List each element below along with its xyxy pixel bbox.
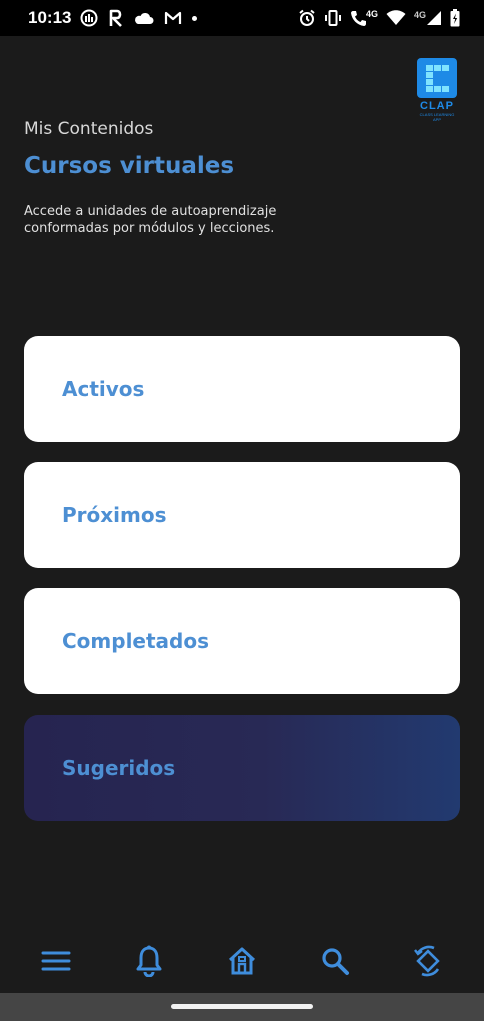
system-gesture-bar: [0, 993, 484, 1021]
bell-icon: [136, 945, 162, 977]
r-app-icon: [109, 9, 122, 27]
network-label-1: 4G: [365, 9, 378, 19]
more-notifications-dot: [192, 15, 197, 21]
notifications-button[interactable]: [126, 938, 172, 984]
alarm-icon: [299, 9, 315, 26]
status-bar: 10:13 4G 4G: [0, 0, 484, 36]
cloud-icon: [135, 12, 154, 24]
menu-button[interactable]: [33, 938, 79, 984]
clap-logo: CLAP CLASS LEARNING APP: [416, 58, 458, 122]
page-description: Accede a unidades de autoaprendizaje con…: [24, 204, 277, 236]
page-title: Cursos virtuales: [24, 153, 235, 179]
section-subtitle: Mis Contenidos: [24, 119, 154, 139]
rotate-button[interactable]: [405, 938, 451, 984]
rotate-icon: [413, 945, 440, 977]
menu-icon: [41, 951, 71, 971]
card-label: Sugeridos: [62, 756, 176, 780]
home-icon: [228, 947, 255, 975]
call-icon: [350, 11, 366, 26]
card-label: Activos: [62, 377, 145, 401]
logo-tagline: CLASS LEARNING APP: [419, 112, 455, 122]
card-label: Próximos: [62, 503, 167, 527]
card-proximos[interactable]: Próximos: [24, 462, 460, 568]
logo-mark: [417, 58, 457, 98]
search-button[interactable]: [312, 938, 358, 984]
search-icon: [322, 948, 349, 975]
home-gesture-handle[interactable]: [171, 1004, 313, 1009]
card-label: Completados: [62, 629, 210, 653]
network-label-2: 4G: [413, 10, 426, 20]
battery-icon: [450, 9, 460, 27]
home-button[interactable]: [219, 938, 265, 984]
app-notification-icon: [80, 9, 98, 27]
logo-text: CLAP: [420, 100, 454, 112]
vibrate-icon: [324, 10, 341, 26]
wifi-icon: [386, 10, 406, 25]
signal-icon: [427, 11, 441, 25]
status-time: 10:13: [28, 8, 72, 27]
card-sugeridos[interactable]: Sugeridos: [24, 715, 460, 821]
card-activos[interactable]: Activos: [24, 336, 460, 442]
bottom-navigation: [0, 930, 484, 992]
gmail-icon: [164, 11, 182, 24]
card-completados[interactable]: Completados: [24, 588, 460, 694]
